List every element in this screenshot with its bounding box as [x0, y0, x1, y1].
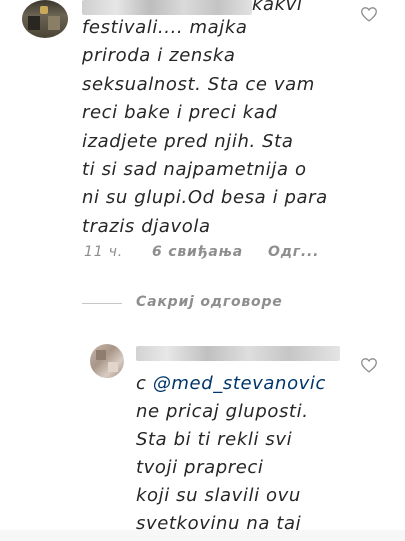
comment-reply-link[interactable]: Одг...	[268, 244, 319, 260]
comment-username-blurred[interactable]	[82, 0, 252, 15]
mention-link[interactable]: @med_stevanovic	[153, 373, 326, 394]
bottom-bar	[0, 530, 405, 541]
replies-divider	[82, 303, 122, 304]
reply-prefix: c	[136, 373, 147, 394]
hide-replies-button[interactable]: Сакриј одговоре	[136, 294, 283, 310]
reply-avatar[interactable]	[90, 344, 124, 378]
comment-avatar[interactable]	[22, 0, 68, 38]
comment-time: 11 ч.	[84, 244, 123, 260]
reply-text: ne pricaj gluposti. Sta bi ti rekli svi …	[136, 401, 309, 534]
reply-first-line: c @med_stevanovic	[136, 370, 326, 398]
reply-username-blurred[interactable]	[136, 346, 340, 361]
heart-outline-icon[interactable]	[360, 357, 378, 373]
comment-username-visible: kakvi	[252, 0, 303, 15]
heart-outline-icon[interactable]	[360, 6, 378, 22]
comment-likes-link[interactable]: 6 свиђања	[152, 244, 243, 260]
comment-text: festivali.... majka priroda i zenska sek…	[82, 17, 328, 237]
